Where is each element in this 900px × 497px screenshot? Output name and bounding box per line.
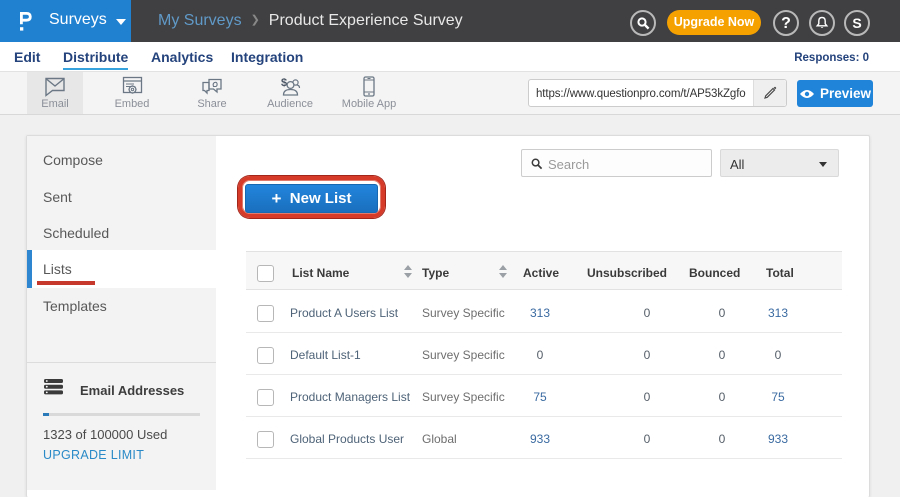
svg-text:$: $ (281, 77, 287, 89)
